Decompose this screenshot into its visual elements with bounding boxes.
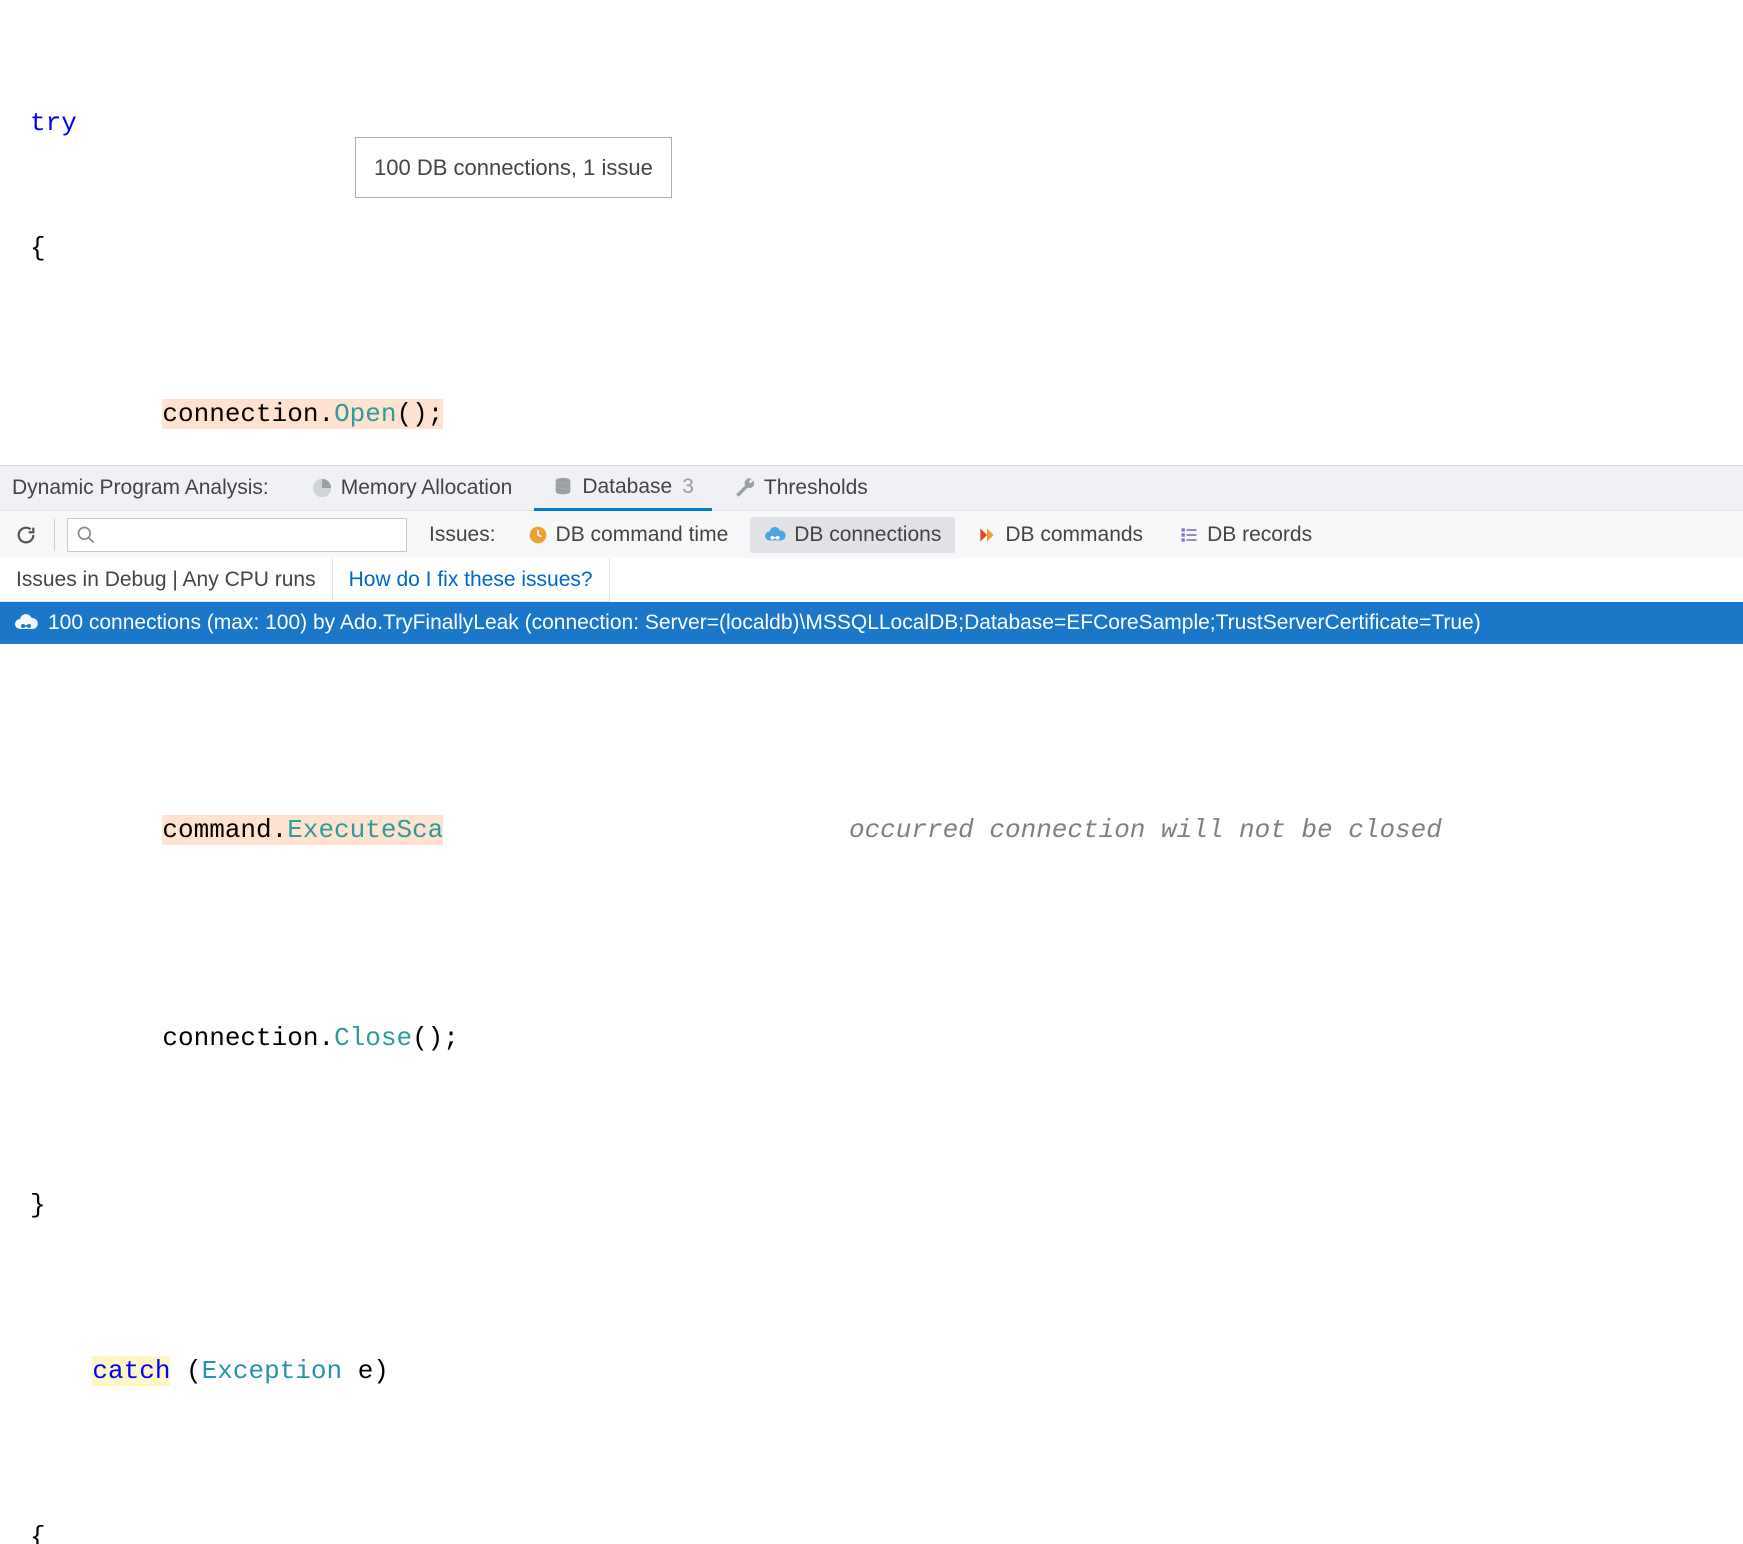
comment: occurred connection will not be closed: [833, 815, 1442, 845]
brace-open-catch: {: [30, 1517, 1713, 1544]
search-input[interactable]: [102, 523, 398, 546]
filter-label: DB command time: [556, 523, 729, 547]
issues-label: Issues:: [429, 523, 496, 547]
double-chevron-icon: [977, 525, 997, 545]
list-icon: [1179, 525, 1199, 545]
wrench-icon: [734, 477, 756, 499]
separator: [54, 519, 55, 551]
filter-db-commands[interactable]: DB commands: [963, 517, 1157, 553]
keyword-catch: catch: [92, 1356, 170, 1386]
panel-toolbar: Issues: DB command time DB connections D…: [0, 510, 1743, 558]
hl-connection-open: connection.Open();: [162, 399, 443, 429]
tab-thresholds[interactable]: Thresholds: [716, 466, 886, 511]
filter-label: DB records: [1207, 523, 1312, 547]
filter-db-records[interactable]: DB records: [1165, 517, 1326, 553]
filter-db-connections[interactable]: DB connections: [750, 517, 955, 553]
tab-label: Thresholds: [764, 476, 868, 500]
cloud-link-icon: [764, 526, 786, 544]
database-icon: [552, 476, 574, 498]
tab-label: Database: [582, 475, 672, 499]
conn-close: connection.Close();: [162, 1023, 458, 1053]
filter-label: DB commands: [1005, 523, 1143, 547]
refresh-button[interactable]: [10, 519, 42, 551]
hl-execute: command.ExecuteSca: [162, 815, 443, 845]
search-icon: [76, 525, 96, 545]
issue-text: 100 connections (max: 100) by Ado.TryFin…: [48, 611, 1481, 635]
context-tab[interactable]: Issues in Debug | Any CPU runs: [0, 558, 333, 602]
pie-chart-icon: [311, 477, 333, 499]
tab-label: Memory Allocation: [341, 476, 513, 500]
keyword-try: try: [30, 108, 77, 138]
tab-memory-allocation[interactable]: Memory Allocation: [293, 466, 531, 511]
dpa-panel: Dynamic Program Analysis: Memory Allocat…: [0, 465, 1743, 772]
cloud-link-icon: [14, 613, 38, 633]
tab-badge: 3: [682, 475, 694, 499]
filter-label: DB connections: [794, 523, 941, 547]
brace-open: {: [30, 228, 1713, 270]
search-box[interactable]: [67, 518, 407, 552]
inline-tooltip[interactable]: 100 DB connections, 1 issue: [355, 137, 672, 198]
panel-title: Dynamic Program Analysis:: [12, 476, 269, 500]
brace-close: }: [30, 1185, 1713, 1227]
tab-database[interactable]: Database 3: [534, 466, 712, 511]
issue-row[interactable]: 100 connections (max: 100) by Ado.TryFin…: [0, 602, 1743, 644]
clock-icon: [528, 525, 548, 545]
code-editor[interactable]: try { connection.Open(); var command = n…: [0, 0, 1743, 1544]
filter-db-command-time[interactable]: DB command time: [514, 517, 743, 553]
sub-bar: Issues in Debug | Any CPU runs How do I …: [0, 558, 1743, 602]
panel-tab-bar: Dynamic Program Analysis: Memory Allocat…: [0, 465, 1743, 510]
help-link[interactable]: How do I fix these issues?: [333, 558, 610, 602]
type-exception: Exception: [202, 1356, 342, 1386]
